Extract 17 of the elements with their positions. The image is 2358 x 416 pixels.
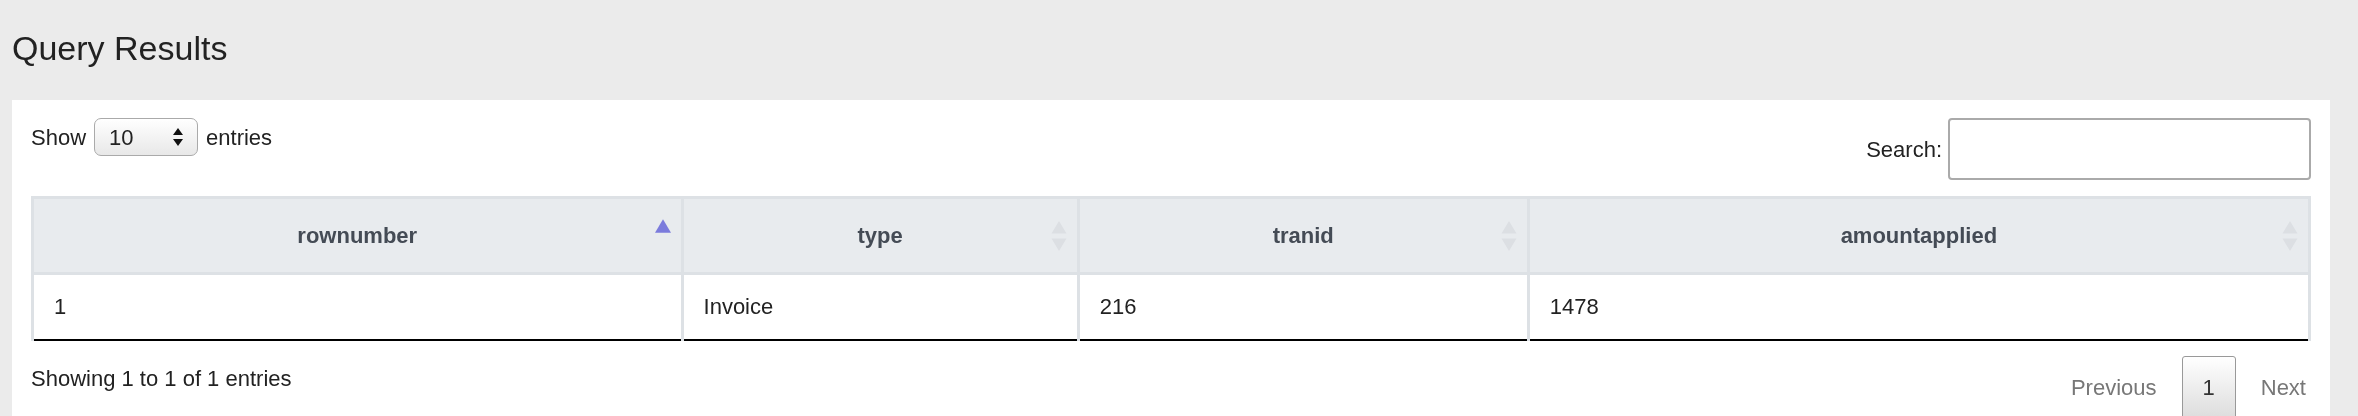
column-header[interactable]: type bbox=[682, 197, 1079, 274]
column-header[interactable]: rownumber bbox=[32, 197, 683, 274]
column-header[interactable]: tranid bbox=[1078, 197, 1529, 274]
column-header[interactable]: amountapplied bbox=[1528, 197, 2310, 274]
table-info: Showing 1 to 1 of 1 entries bbox=[31, 365, 292, 393]
entries-label: entries bbox=[206, 123, 273, 152]
page-title: Query Results bbox=[11, 28, 229, 69]
entries-select[interactable]: 10 bbox=[94, 118, 199, 156]
updown-icon bbox=[173, 128, 184, 146]
search-label: Search: bbox=[1866, 135, 1942, 164]
table-cell: 216 bbox=[1078, 273, 1529, 340]
page-button[interactable]: 1 bbox=[2181, 355, 2236, 416]
table-cell: Invoice bbox=[682, 273, 1079, 340]
show-label: Show bbox=[31, 123, 87, 152]
table-cell: 1 bbox=[32, 273, 683, 340]
table-cell: 1478 bbox=[1528, 273, 2310, 340]
search-field[interactable] bbox=[1948, 118, 2311, 180]
